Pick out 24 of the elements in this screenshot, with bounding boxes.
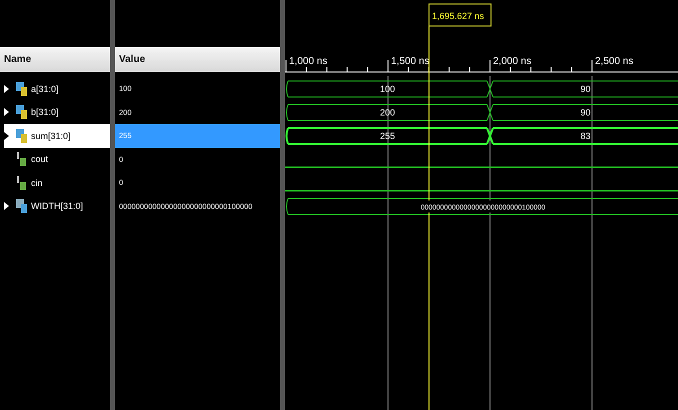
bus-signal-icon xyxy=(16,128,28,144)
time-label: 2,000 ns xyxy=(493,56,532,67)
waveform-value: 90 xyxy=(580,108,590,118)
signal-row[interactable]: a[31:0] xyxy=(0,77,110,100)
waveform-value: 100 xyxy=(380,84,396,94)
bit-signal-icon xyxy=(16,174,28,191)
waveform-value: 90 xyxy=(580,84,590,94)
waveform-value: 83 xyxy=(580,131,590,141)
signal-row[interactable]: b[31:0] xyxy=(0,100,110,124)
waveform-value: 200 xyxy=(380,108,396,118)
time-label: 2,500 ns xyxy=(595,56,634,67)
bus-signal-icon xyxy=(16,104,28,120)
bit-signal-icon xyxy=(16,151,28,168)
signal-row[interactable]: cin xyxy=(0,171,110,194)
cursor-time-label: 1,695.627 ns xyxy=(428,4,492,26)
waveform-value: 255 xyxy=(380,131,396,141)
expand-arrow-icon[interactable] xyxy=(4,132,9,140)
time-label: 1,000 ns xyxy=(289,56,328,67)
time-label: 1,500 ns xyxy=(391,56,430,67)
signal-row[interactable]: WIDTH[31:0] xyxy=(0,194,110,218)
parameter-icon xyxy=(16,198,28,214)
bus-signal-icon xyxy=(16,80,28,97)
signal-row[interactable]: sum[31:0] xyxy=(4,124,110,148)
signal-row[interactable]: cout xyxy=(0,148,110,171)
